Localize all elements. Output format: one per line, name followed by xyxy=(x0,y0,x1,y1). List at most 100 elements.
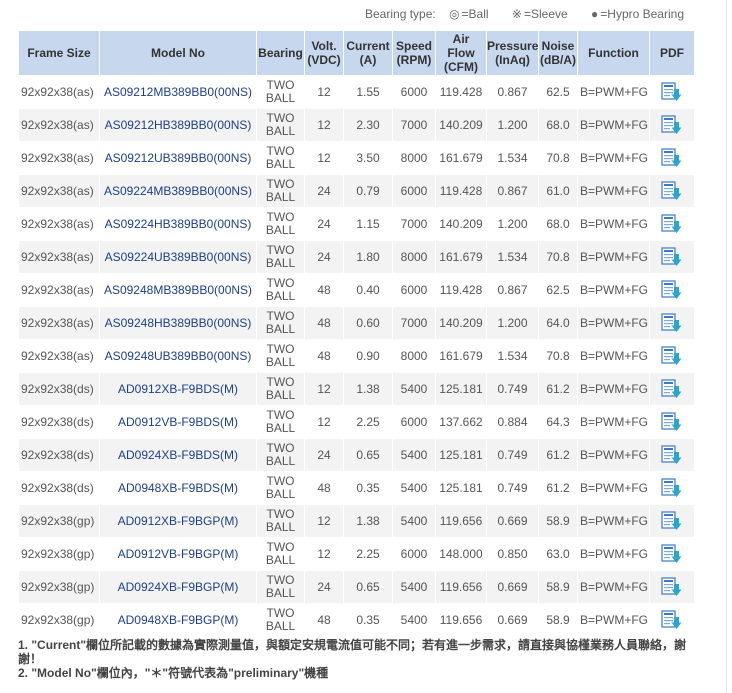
pdf-download-icon[interactable] xyxy=(661,82,683,102)
bearing-cell: TWO BALL xyxy=(256,108,305,142)
airflow-cell: 140.209 xyxy=(435,207,487,241)
model-no-link[interactable]: AS09248UB389BB0(00NS) xyxy=(99,339,257,373)
noise-cell: 62.5 xyxy=(538,273,578,307)
volt-cell: 12 xyxy=(304,108,344,142)
current-cell: 0.65 xyxy=(343,438,393,472)
current-cell: 0.40 xyxy=(343,273,393,307)
pdf-cell xyxy=(649,174,695,208)
model-no-link[interactable]: AS09212MB389BB0(00NS) xyxy=(99,75,257,109)
page-right-border xyxy=(726,0,727,693)
model-no-link[interactable]: AS09248HB389BB0(00NS) xyxy=(99,306,257,340)
model-no-link[interactable]: AD0948XB-F9BDS(M) xyxy=(99,471,257,505)
legend-ball: ◎ =Ball xyxy=(449,7,489,21)
noise-cell: 61.0 xyxy=(538,174,578,208)
model-no-link[interactable]: AD0948XB-F9BGP(M) xyxy=(99,603,257,637)
pdf-download-icon[interactable] xyxy=(661,610,683,630)
pdf-cell xyxy=(649,75,695,109)
legend-hypro: ● =Hypro Bearing xyxy=(591,7,684,21)
pdf-download-icon[interactable] xyxy=(661,214,683,234)
column-header-air-flow: Air Flow (CFM) xyxy=(435,30,487,76)
table-row: 92x92x38(as) AS09212UB389BB0(00NS) TWO BALL… xyxy=(18,141,695,175)
pdf-download-icon[interactable] xyxy=(661,115,683,135)
pdf-cell xyxy=(649,438,695,472)
model-no-link[interactable]: AD0924XB-F9BGP(M) xyxy=(99,570,257,604)
function-cell: B=PWM+FG xyxy=(577,108,650,142)
model-no-link[interactable]: AS09224MB389BB0(00NS) xyxy=(99,174,257,208)
airflow-cell: 140.209 xyxy=(435,306,487,340)
bearing-cell: TWO BALL xyxy=(256,603,305,637)
frame-size-cell: 92x92x38(gp) xyxy=(18,504,100,538)
airflow-cell: 125.181 xyxy=(435,438,487,472)
function-cell: B=PWM+FG xyxy=(577,603,650,637)
pdf-download-icon[interactable] xyxy=(661,445,683,465)
pdf-download-icon[interactable] xyxy=(661,577,683,597)
pdf-cell xyxy=(649,240,695,274)
speed-cell: 6000 xyxy=(392,537,436,571)
model-no-link[interactable]: AD0924XB-F9BDS(M) xyxy=(99,438,257,472)
column-header-current: Current (A) xyxy=(343,30,393,76)
bearing-cell: TWO BALL xyxy=(256,570,305,604)
model-no-link[interactable]: AD0912VB-F9BGP(M) xyxy=(99,537,257,571)
model-no-link[interactable]: AS09212HB389BB0(00NS) xyxy=(99,108,257,142)
speed-cell: 5400 xyxy=(392,504,436,538)
speed-cell: 7000 xyxy=(392,108,436,142)
bearing-cell: TWO BALL xyxy=(256,174,305,208)
noise-cell: 70.8 xyxy=(538,141,578,175)
speed-cell: 6000 xyxy=(392,75,436,109)
function-cell: B=PWM+FG xyxy=(577,207,650,241)
airflow-cell: 119.428 xyxy=(435,174,487,208)
model-no-link[interactable]: AS09224UB389BB0(00NS) xyxy=(99,240,257,274)
footnote-1: 1. "Current"欄位所記載的數據為實際測量值，與額定安規電流值可能不同；… xyxy=(18,638,687,666)
pdf-download-icon[interactable] xyxy=(661,412,683,432)
bearing-cell: TWO BALL xyxy=(256,471,305,505)
airflow-cell: 140.209 xyxy=(435,108,487,142)
current-cell: 3.50 xyxy=(343,141,393,175)
volt-cell: 48 xyxy=(304,471,344,505)
model-no-link[interactable]: AD0912VB-F9BDS(M) xyxy=(99,405,257,439)
current-cell: 1.38 xyxy=(343,372,393,406)
frame-size-cell: 92x92x38(ds) xyxy=(18,471,100,505)
pressure-cell: 0.867 xyxy=(486,75,539,109)
table-row: 92x92x38(as) AS09248HB389BB0(00NS) TWO BALL… xyxy=(18,306,695,340)
column-header-pdf: PDF xyxy=(649,30,695,76)
bearing-cell: TWO BALL xyxy=(256,504,305,538)
pdf-download-icon[interactable] xyxy=(661,478,683,498)
bearing-cell: TWO BALL xyxy=(256,537,305,571)
footnotes: 1. "Current"欄位所記載的數據為實際測量值，與額定安規電流值可能不同；… xyxy=(18,638,708,680)
airflow-cell: 119.656 xyxy=(435,603,487,637)
pdf-download-icon[interactable] xyxy=(661,346,683,366)
model-no-link[interactable]: AD0912XB-F9BGP(M) xyxy=(99,504,257,538)
pdf-download-icon[interactable] xyxy=(661,511,683,531)
pdf-download-icon[interactable] xyxy=(661,313,683,333)
pdf-download-icon[interactable] xyxy=(661,280,683,300)
noise-cell: 68.0 xyxy=(538,108,578,142)
model-no-link[interactable]: AS09224HB389BB0(00NS) xyxy=(99,207,257,241)
current-cell: 0.35 xyxy=(343,471,393,505)
speed-cell: 8000 xyxy=(392,141,436,175)
noise-cell: 62.5 xyxy=(538,75,578,109)
table-row: 92x92x38(gp) AD0912XB-F9BGP(M) TWO BALL 12 1.… xyxy=(18,504,695,538)
column-header-frame-size: Frame Size xyxy=(18,30,100,76)
model-no-link[interactable]: AS09212UB389BB0(00NS) xyxy=(99,141,257,175)
table-row: 92x92x38(as) AS09212MB389BB0(00NS) TWO BALL… xyxy=(18,75,695,109)
pdf-download-icon[interactable] xyxy=(661,379,683,399)
speed-cell: 6000 xyxy=(392,273,436,307)
volt-cell: 12 xyxy=(304,372,344,406)
speed-cell: 8000 xyxy=(392,339,436,373)
pdf-download-icon[interactable] xyxy=(661,247,683,267)
pdf-cell xyxy=(649,273,695,307)
current-cell: 1.15 xyxy=(343,207,393,241)
pressure-cell: 1.200 xyxy=(486,108,539,142)
model-no-link[interactable]: AS09248MB389BB0(00NS) xyxy=(99,273,257,307)
pdf-download-icon[interactable] xyxy=(661,181,683,201)
model-no-link[interactable]: AD0912XB-F9BDS(M) xyxy=(99,372,257,406)
column-header-model-no: Model No xyxy=(99,30,257,76)
pressure-cell: 0.749 xyxy=(486,438,539,472)
function-cell: B=PWM+FG xyxy=(577,306,650,340)
frame-size-cell: 92x92x38(as) xyxy=(18,273,100,307)
frame-size-cell: 92x92x38(as) xyxy=(18,108,100,142)
function-cell: B=PWM+FG xyxy=(577,537,650,571)
pdf-download-icon[interactable] xyxy=(661,544,683,564)
pdf-download-icon[interactable] xyxy=(661,148,683,168)
frame-size-cell: 92x92x38(as) xyxy=(18,75,100,109)
